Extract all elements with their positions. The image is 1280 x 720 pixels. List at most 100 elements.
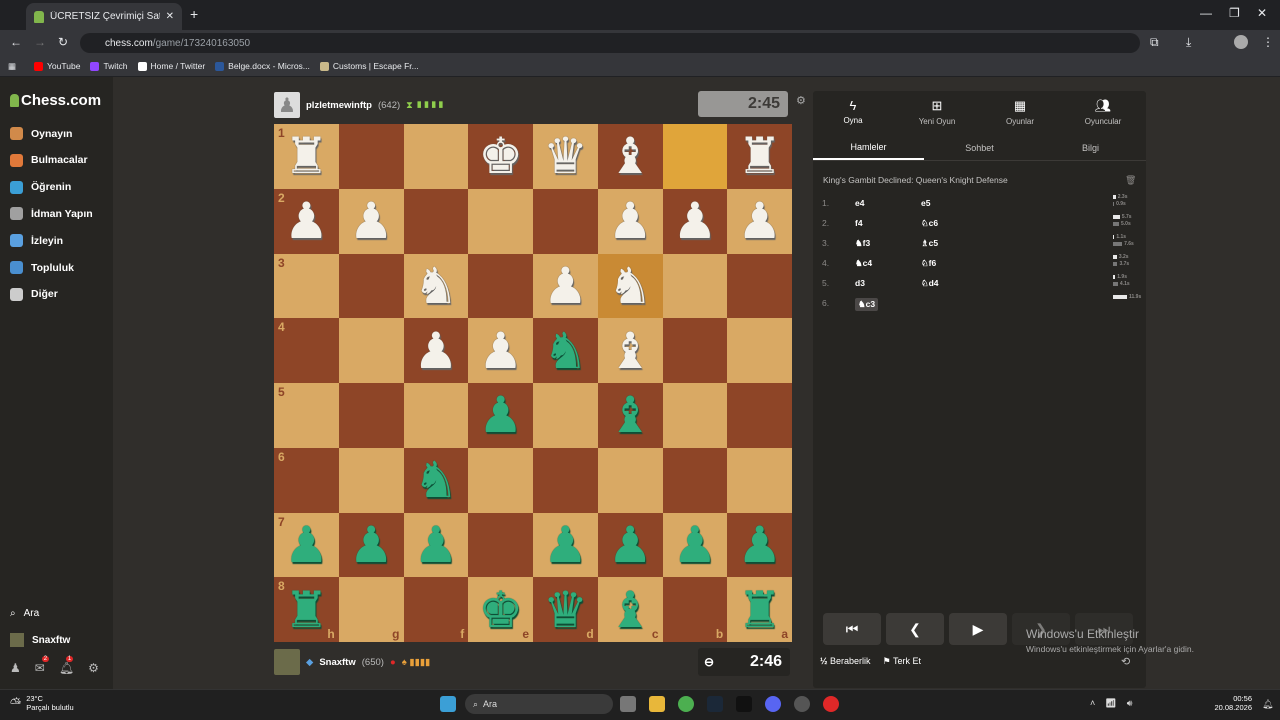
board-square[interactable] (662, 447, 728, 513)
green-queen-icon[interactable]: ♛ (543, 585, 588, 635)
extensions-icon[interactable]: ⧉ (1150, 35, 1159, 50)
chess-logo[interactable]: Chess.com (10, 92, 101, 109)
board-square[interactable]: ♞ (533, 318, 598, 383)
volume-icon[interactable]: 🔊︎ (1127, 698, 1133, 709)
bottom-player-avatar[interactable] (274, 649, 300, 675)
board-square[interactable] (533, 188, 598, 254)
sidebar-item[interactable]: İdman Yapın (10, 207, 93, 221)
trash-icon[interactable]: 🗑︎ (1125, 175, 1136, 186)
black-move[interactable]: ♗c5 (921, 238, 938, 249)
sidebar-item[interactable]: Diğer (10, 287, 58, 301)
obs-icon[interactable] (794, 696, 810, 712)
white-pawn-icon[interactable]: ♟ (284, 196, 329, 246)
resign-button[interactable]: ⚑ Terk Et (883, 656, 921, 667)
board-square[interactable] (338, 447, 404, 513)
board-square[interactable]: ♟ (727, 512, 792, 578)
first-move-button[interactable]: ⏮ (823, 613, 881, 645)
board-square[interactable]: ♟ (403, 512, 469, 578)
draw-button[interactable]: ½ Beraberlik (820, 656, 871, 667)
white-queen-icon[interactable]: ♛ (543, 131, 588, 181)
board-square[interactable]: ♟ (338, 188, 404, 254)
board-square[interactable] (727, 447, 792, 513)
white-bishop-icon[interactable]: ♝ (608, 131, 653, 181)
messages-icon[interactable]: ✉ 2 (35, 656, 50, 675)
board-square[interactable]: 1 ♜ (274, 124, 339, 189)
sidebar-item[interactable]: Oynayın (10, 127, 72, 140)
menu-icon[interactable]: ⋮ (1262, 35, 1274, 49)
black-move[interactable]: e5 (921, 198, 930, 208)
board-square[interactable]: ♟ (468, 383, 533, 448)
notification-center-icon[interactable]: 🔔︎ (1262, 699, 1273, 710)
board-square[interactable]: b (662, 577, 728, 642)
white-king-icon[interactable]: ♚ (478, 131, 523, 181)
sidebar-user[interactable]: Snaxftw (10, 633, 70, 647)
steam-icon[interactable] (707, 696, 723, 712)
app-icon[interactable] (736, 696, 752, 712)
board-square[interactable] (662, 253, 728, 319)
board-square[interactable]: ♞ (597, 253, 663, 319)
board-settings-icon[interactable]: ⚙ (796, 94, 806, 107)
close-window-icon[interactable]: ✕ (1257, 6, 1267, 20)
white-knight-icon[interactable]: ♞ (413, 261, 458, 311)
white-knight-icon[interactable]: ♞ (608, 261, 653, 311)
board-square[interactable] (338, 124, 404, 189)
board-square[interactable]: c ♝ (597, 577, 663, 642)
white-pawn-icon[interactable]: ♟ (478, 326, 523, 376)
tab-play[interactable]: ϟ Oyna (818, 98, 888, 125)
board-square[interactable]: ♞ (403, 447, 469, 513)
board-square[interactable]: g (338, 577, 404, 642)
board-square[interactable]: 5 (274, 383, 339, 448)
green-pawn-icon[interactable]: ♟ (413, 520, 458, 570)
tab-close-icon[interactable]: ✕ (166, 11, 174, 22)
file-explorer-icon[interactable] (649, 696, 665, 712)
board-square[interactable] (403, 383, 469, 448)
board-square[interactable] (468, 447, 533, 513)
board-square[interactable]: 3 (274, 253, 339, 319)
board-square[interactable] (338, 383, 404, 448)
download-icon[interactable]: ⤓ (1186, 35, 1191, 50)
bookmark-item[interactable]: Home / Twitter (137, 61, 205, 71)
board-square[interactable]: 7 ♟ (274, 512, 339, 578)
clock-widget[interactable]: 00:56 20.08.2026 (1210, 694, 1252, 712)
chrome-icon[interactable] (678, 696, 694, 712)
board-square[interactable] (662, 318, 728, 383)
board-square[interactable]: ♟ (338, 512, 404, 578)
board-square[interactable] (468, 253, 533, 319)
black-move[interactable]: ♘f6 (921, 258, 936, 269)
notifications-icon[interactable]: 🔔︎ 1 (59, 656, 74, 675)
task-view-icon[interactable] (620, 696, 636, 712)
white-pawn-icon[interactable]: ♟ (608, 196, 653, 246)
board-square[interactable] (468, 188, 533, 254)
windows-start-icon[interactable] (440, 696, 456, 712)
green-pawn-icon[interactable]: ♟ (608, 520, 653, 570)
green-knight-icon[interactable]: ♞ (413, 455, 458, 505)
board-square[interactable]: ♜ (727, 124, 792, 189)
top-player-name[interactable]: plzletmewinftp (306, 100, 372, 111)
board-square[interactable] (403, 124, 469, 189)
board-square[interactable] (727, 253, 792, 319)
board-square[interactable] (662, 383, 728, 448)
board-square[interactable]: ♟ (662, 512, 728, 578)
board-square[interactable] (403, 188, 469, 254)
board-square[interactable]: 4 (274, 318, 339, 383)
board-square[interactable]: e ♚ (468, 577, 533, 642)
bottom-player-name[interactable]: Snaxftw (319, 657, 355, 668)
apps-icon[interactable]: ▦ (8, 61, 16, 72)
bookmark-item[interactable]: YouTube (34, 61, 80, 71)
prev-move-button[interactable]: ❮ (886, 613, 944, 645)
weather-widget[interactable]: ⛅︎ 23°C Parçalı bulutlu (10, 694, 74, 712)
green-pawn-icon[interactable]: ♟ (672, 520, 717, 570)
subtab-info[interactable]: Bilgi (1035, 136, 1146, 160)
profile-avatar[interactable] (1234, 35, 1248, 49)
board-square[interactable]: ♟ (662, 188, 728, 254)
tab-players[interactable]: 👥︎ Oyuncular (1068, 98, 1138, 126)
board-square[interactable]: ♞ (403, 253, 469, 319)
white-move[interactable]: e4 (855, 198, 864, 208)
board-square[interactable]: 6 (274, 447, 339, 513)
board-square[interactable]: ♚ (468, 124, 533, 189)
board-square[interactable]: ♟ (533, 512, 598, 578)
white-move[interactable]: ♞f3 (855, 238, 870, 249)
white-move[interactable]: d3 (855, 278, 865, 288)
board-square[interactable]: d ♛ (533, 577, 598, 642)
green-pawn-icon[interactable]: ♟ (543, 520, 588, 570)
